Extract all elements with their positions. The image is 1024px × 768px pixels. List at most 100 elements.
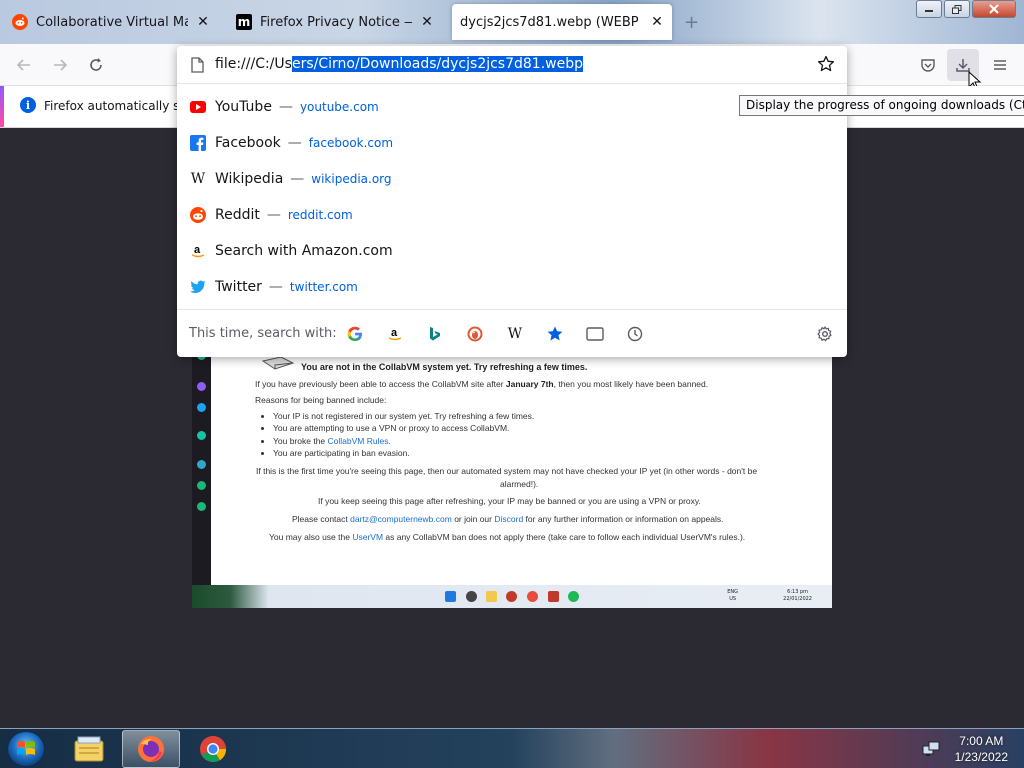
tab-webp-image[interactable]: dycjs2jcs7d81.webp (WEBP Image, 6 ✕ [452, 4, 672, 40]
suggestion-url: twitter.com [289, 280, 358, 294]
windows-taskbar: 7:00 AM 1/23/2022 [0, 728, 1024, 768]
search-icon [466, 591, 477, 602]
search-settings-gear-icon[interactable] [815, 324, 835, 344]
tab-title: Collaborative Virtual Machines! [36, 14, 188, 30]
one-off-search-bar: This time, search with: a W [177, 309, 847, 357]
settings-icon [197, 502, 206, 511]
close-tab-icon[interactable]: ✕ [650, 14, 664, 30]
tabs-icon[interactable] [585, 324, 605, 344]
taskbar-explorer[interactable] [60, 730, 118, 768]
first-time-line-1: If this is the first time you're seeing … [256, 466, 758, 476]
chrome-icon [527, 591, 538, 602]
twitter-icon [190, 279, 206, 295]
reason-item: You broke the CollabVM Rules. [273, 435, 534, 447]
spotify-icon [568, 591, 579, 602]
suggestion-facebook[interactable]: Facebook — facebook.com [177, 125, 847, 161]
back-button[interactable] [12, 53, 36, 77]
reason-item: Your IP is not registered in our system … [273, 410, 534, 422]
downloads-tooltip: Display the progress of ongoing download… [739, 95, 1024, 116]
amazon-icon: a [190, 243, 206, 259]
taskbar-firefox[interactable] [122, 730, 180, 768]
amazon-icon[interactable]: a [385, 324, 405, 344]
notification-text: Firefox automatically sen [44, 99, 195, 113]
start-button[interactable] [7, 731, 45, 767]
suggestion-name: Reddit [215, 207, 260, 223]
bookmark-star-icon[interactable] [817, 55, 835, 73]
close-tab-icon[interactable]: ✕ [420, 14, 434, 30]
search-with-label: This time, search with: [189, 326, 337, 341]
computer-icon [261, 356, 295, 370]
keep-seeing-line: If you keep seeing this page after refre… [318, 496, 701, 506]
clock-date: 1/23/2022 [954, 750, 1008, 764]
suggestion-url: youtube.com [299, 100, 379, 114]
ban-line-1: If you have previously been able to acce… [255, 379, 709, 389]
ban-heading: You are not in the CollabVM system yet. … [301, 362, 588, 372]
tab-title: dycjs2jcs7d81.webp (WEBP Image, 6 [460, 14, 642, 30]
mozilla-icon: m [236, 14, 252, 30]
tab-strip: Collaborative Virtual Machines! ✕ m Fire… [0, 0, 1024, 44]
restore-button[interactable] [944, 0, 970, 18]
suggestion-reddit[interactable]: Reddit — reddit.com [177, 197, 847, 233]
suggestion-url: wikipedia.org [311, 172, 392, 186]
svg-text:a: a [194, 244, 201, 256]
taskbar-clock[interactable]: 7:00 AM 1/23/2022 [955, 733, 1008, 765]
page-icon [191, 57, 204, 73]
suggestion-twitter[interactable]: Twitter — twitter.com [177, 269, 847, 305]
tab-title: Firefox Privacy Notice — Mozilla [260, 14, 412, 30]
history-icon[interactable] [625, 324, 645, 344]
app-icon [548, 591, 559, 602]
suggestion-url: reddit.com [287, 208, 353, 222]
close-tab-icon[interactable]: ✕ [196, 14, 210, 30]
reddit-icon [190, 207, 206, 223]
info-icon: i [20, 97, 36, 113]
reason-item: You are participating in ban evasion. [273, 447, 534, 459]
minimize-button[interactable] [916, 0, 942, 18]
facebook-icon [190, 135, 206, 151]
suggestion-name: Twitter [215, 279, 262, 295]
suggestion-name: YouTube [215, 99, 272, 115]
suggestion-amazon-search[interactable]: a Search with Amazon.com [177, 233, 847, 269]
reddit-icon [12, 14, 28, 30]
suggestion-wikipedia[interactable]: W Wikipedia — wikipedia.org [177, 161, 847, 197]
network-icon[interactable] [922, 741, 940, 757]
suggestion-name: Wikipedia [215, 171, 284, 187]
google-icon[interactable] [345, 324, 365, 344]
chrome-icon [200, 736, 227, 763]
opera-icon [506, 591, 517, 602]
messenger-icon [197, 382, 206, 391]
reason-item: You are attempting to use a VPN or proxy… [273, 422, 534, 434]
suggestion-name: Facebook [215, 135, 281, 151]
twitter-icon [197, 403, 206, 412]
svg-text:a: a [391, 327, 398, 339]
menu-hamburger-icon[interactable] [988, 53, 1012, 77]
folder-icon [486, 591, 497, 602]
explorer-icon [74, 736, 104, 762]
windows-logo-icon [17, 741, 35, 755]
window-controls [916, 0, 1016, 18]
wikipedia-icon[interactable]: W [505, 324, 525, 344]
clock-icon [197, 460, 206, 469]
tab-collabvm[interactable]: Collaborative Virtual Machines! ✕ [4, 4, 218, 40]
cube-icon [197, 481, 206, 490]
bookmarks-star-icon[interactable] [545, 324, 565, 344]
new-tab-button[interactable]: + [684, 12, 699, 33]
pocket-icon[interactable] [916, 53, 940, 77]
clock-time: 7:00 AM [959, 734, 1004, 748]
uservm-line: You may also use the UserVM as any Colla… [269, 532, 746, 542]
urlbar-dropdown: file:///C:/Users/Cirno/Downloads/dycjs2j… [177, 46, 847, 357]
forward-button[interactable] [48, 53, 72, 77]
image-taskbar: ENG US 6:13 pm 22/01/2022 [192, 585, 832, 608]
app-icon [197, 431, 206, 440]
reasons-list: Your IP is not registered in our system … [273, 410, 534, 459]
contact-line: Please contact dartz@computernewb.com or… [292, 514, 724, 524]
address-bar[interactable]: file:///C:/Users/Cirno/Downloads/dycjs2j… [177, 46, 847, 84]
duckduckgo-icon[interactable] [465, 324, 485, 344]
bing-icon[interactable] [425, 324, 445, 344]
taskbar-chrome[interactable] [184, 730, 242, 768]
suggestion-url: facebook.com [308, 136, 394, 150]
url-input[interactable]: file:///C:/Users/Cirno/Downloads/dycjs2j… [215, 56, 583, 72]
windows-start-icon [445, 591, 456, 602]
close-window-button[interactable] [972, 0, 1016, 18]
reload-button[interactable] [84, 53, 108, 77]
tab-privacy-notice[interactable]: m Firefox Privacy Notice — Mozilla ✕ [228, 4, 442, 40]
